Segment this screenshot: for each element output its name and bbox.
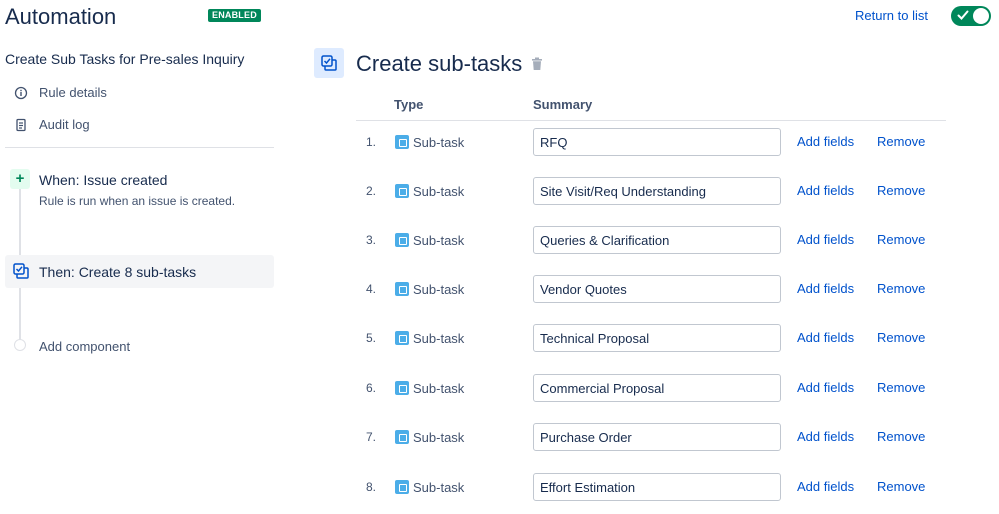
row-number: 3.: [365, 233, 376, 247]
summary-input[interactable]: [533, 473, 781, 501]
issue-type-label: Sub-task: [413, 331, 465, 346]
remove-link[interactable]: Remove: [877, 330, 925, 345]
issue-type-label: Sub-task: [413, 430, 465, 445]
issue-type-label: Sub-task: [413, 135, 465, 150]
table-row: 4. Sub-task Add fields Remove: [0, 275, 999, 305]
row-number: 8.: [365, 480, 376, 494]
add-fields-link[interactable]: Add fields: [797, 330, 854, 345]
add-fields-link[interactable]: Add fields: [797, 380, 854, 395]
table-row: 1. Sub-task Add fields Remove: [0, 128, 999, 158]
table-header-divider: [356, 120, 946, 121]
sidebar-item-rule-details[interactable]: Rule details: [14, 85, 107, 100]
row-number: 7.: [365, 430, 376, 444]
subtask-icon: [395, 480, 409, 494]
issue-type-label: Sub-task: [413, 480, 465, 495]
trash-icon[interactable]: [531, 57, 543, 71]
issue-type-label: Sub-task: [413, 282, 465, 297]
remove-link[interactable]: Remove: [877, 183, 925, 198]
sidebar-item-label: Rule details: [39, 85, 107, 100]
table-row: 8. Sub-task Add fields Remove: [0, 473, 999, 503]
subtask-icon: [395, 430, 409, 444]
return-to-list-link[interactable]: Return to list: [855, 8, 928, 23]
rule-enabled-toggle[interactable]: [951, 6, 991, 26]
subtask-icon: [395, 331, 409, 345]
remove-link[interactable]: Remove: [877, 232, 925, 247]
row-number: 6.: [365, 381, 376, 395]
column-header-summary: Summary: [533, 97, 593, 112]
issue-type-label: Sub-task: [413, 381, 465, 396]
info-icon: [14, 86, 28, 99]
add-fields-link[interactable]: Add fields: [797, 281, 854, 296]
row-number: 5.: [365, 331, 376, 345]
check-icon: [957, 10, 969, 20]
summary-input[interactable]: [533, 226, 781, 254]
page-title: Automation: [5, 4, 117, 29]
add-fields-link[interactable]: Add fields: [797, 429, 854, 444]
add-fields-link[interactable]: Add fields: [797, 183, 854, 198]
rule-name: Create Sub Tasks for Pre-sales Inquiry: [5, 51, 245, 67]
table-row: 6. Sub-task Add fields Remove: [0, 374, 999, 404]
summary-input[interactable]: [533, 177, 781, 205]
row-number: 2.: [365, 184, 376, 198]
summary-input[interactable]: [533, 423, 781, 451]
summary-input[interactable]: [533, 275, 781, 303]
subtask-icon: [395, 282, 409, 296]
subtask-icon: [395, 233, 409, 247]
component-title: Create sub-tasks: [356, 51, 523, 76]
issue-type-label: Sub-task: [413, 233, 465, 248]
table-row: 3. Sub-task Add fields Remove: [0, 226, 999, 256]
remove-link[interactable]: Remove: [877, 281, 925, 296]
add-fields-link[interactable]: Add fields: [797, 232, 854, 247]
row-number: 1.: [365, 135, 376, 149]
toggle-knob: [973, 8, 989, 24]
summary-input[interactable]: [533, 128, 781, 156]
subtask-icon: [395, 135, 409, 149]
summary-input[interactable]: [533, 324, 781, 352]
remove-link[interactable]: Remove: [877, 380, 925, 395]
summary-input[interactable]: [533, 374, 781, 402]
add-fields-link[interactable]: Add fields: [797, 134, 854, 149]
row-number: 4.: [365, 282, 376, 296]
subtask-icon: [395, 381, 409, 395]
table-row: 2. Sub-task Add fields Remove: [0, 177, 999, 207]
table-row: 5. Sub-task Add fields Remove: [0, 324, 999, 354]
subtasks-icon: [314, 48, 344, 78]
status-badge: ENABLED: [208, 9, 261, 22]
subtask-icon: [395, 184, 409, 198]
remove-link[interactable]: Remove: [877, 429, 925, 444]
column-header-type: Type: [394, 97, 424, 112]
add-fields-link[interactable]: Add fields: [797, 479, 854, 494]
remove-link[interactable]: Remove: [877, 134, 925, 149]
table-row: 7. Sub-task Add fields Remove: [0, 423, 999, 453]
issue-type-label: Sub-task: [413, 184, 465, 199]
remove-link[interactable]: Remove: [877, 479, 925, 494]
